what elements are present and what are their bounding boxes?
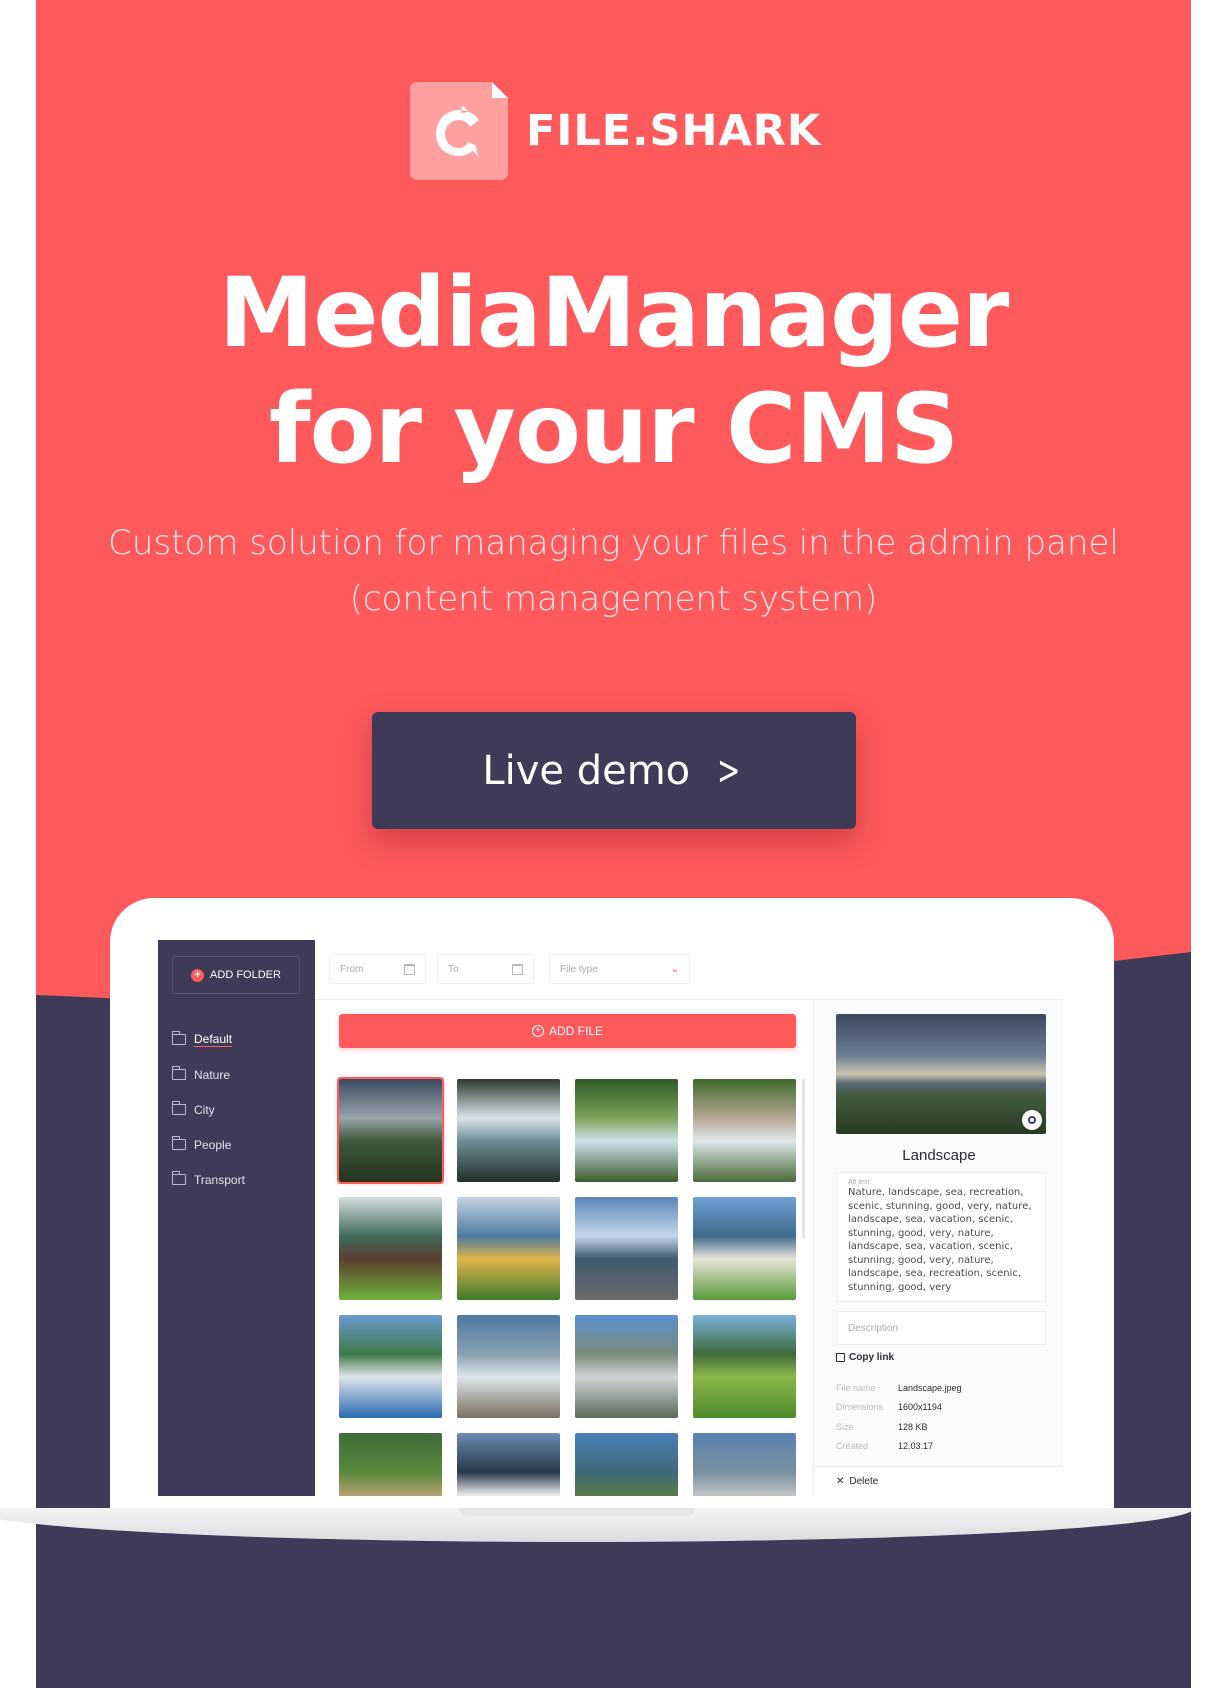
- meta-row-dimensions: Dimensions 1600x1194: [836, 1398, 962, 1418]
- sidebar-item-nature[interactable]: Nature: [172, 1057, 245, 1092]
- meta-row-size: Size 128 KB: [836, 1417, 962, 1437]
- folder-icon: [172, 1101, 186, 1115]
- external-link-icon: [836, 1353, 845, 1362]
- meta-value: 12.03.17: [898, 1441, 934, 1452]
- meta-value: Landscape.jpeg: [898, 1382, 962, 1393]
- thumbnail-11[interactable]: [575, 1315, 678, 1418]
- folder-icon: [172, 1066, 186, 1080]
- sidebar: + ADD FOLDER Default Nature City People …: [158, 940, 315, 1496]
- meta-row-created: Created 12.03.17: [836, 1437, 962, 1457]
- meta-key: Created: [836, 1441, 869, 1452]
- folder-label: City: [194, 1102, 215, 1117]
- thumbnail-2[interactable]: [457, 1079, 560, 1182]
- add-folder-button[interactable]: + ADD FOLDER: [172, 956, 300, 994]
- thumbnail-4[interactable]: [693, 1079, 796, 1182]
- live-demo-label: Live demo: [482, 747, 691, 794]
- shark-file-icon: [410, 82, 508, 180]
- thumbnail-3[interactable]: [575, 1079, 678, 1182]
- laptop-mockup: + ADD FOLDER Default Nature City People …: [110, 898, 1114, 1518]
- calendar-icon: [512, 963, 523, 975]
- hero-headline: MediaManager for your CMS: [36, 255, 1191, 487]
- description-field[interactable]: Description: [836, 1311, 1046, 1345]
- alt-text-field[interactable]: Alt text Nature, landscape, sea, recreat…: [836, 1172, 1046, 1302]
- meta-row-file-name: File name Landscape.jpeg: [836, 1378, 962, 1398]
- add-file-button[interactable]: + ADD FILE: [339, 1014, 796, 1048]
- zoom-preview-button[interactable]: [1022, 1110, 1042, 1130]
- folder-icon: [172, 1171, 186, 1185]
- description-placeholder: Description: [848, 1322, 899, 1334]
- folder-icon: [172, 1031, 186, 1045]
- grid-scrollbar[interactable]: [802, 1079, 805, 1239]
- thumbnail-9[interactable]: [339, 1315, 442, 1418]
- file-type-placeholder: File type: [560, 963, 598, 975]
- live-demo-button[interactable]: Live demo >: [372, 712, 856, 829]
- delete-label: Delete: [849, 1476, 879, 1487]
- headline-line-1: MediaManager: [218, 257, 1010, 369]
- close-icon: ✕: [836, 1476, 845, 1487]
- app-screen: + ADD FOLDER Default Nature City People …: [158, 940, 1063, 1496]
- sidebar-item-transport[interactable]: Transport: [172, 1162, 245, 1197]
- meta-value: 128 KB: [898, 1421, 928, 1432]
- thumbnail-8[interactable]: [693, 1197, 796, 1300]
- thumbnail-16[interactable]: [693, 1433, 796, 1496]
- folder-icon: [172, 1136, 186, 1150]
- meta-key: File name: [836, 1382, 876, 1393]
- page-canvas: FILE.SHARK MediaManager for your CMS Cus…: [36, 0, 1191, 1688]
- meta-key: Size: [836, 1421, 854, 1432]
- file-type-select[interactable]: File type ⌄: [549, 954, 690, 984]
- file-title: Landscape: [902, 1147, 976, 1164]
- thumbnail-14[interactable]: [457, 1433, 560, 1496]
- filter-bar: From To File type ⌄: [315, 940, 1063, 1000]
- thumbnail-12[interactable]: [693, 1315, 796, 1418]
- brand-name: FILE.SHARK: [526, 106, 822, 156]
- sidebar-item-default[interactable]: Default: [172, 1022, 245, 1057]
- add-folder-label: ADD FOLDER: [210, 969, 281, 981]
- headline-line-2: for your CMS: [268, 373, 959, 485]
- file-area: + ADD FILE: [315, 1000, 813, 1496]
- date-to-input[interactable]: To: [437, 954, 534, 984]
- plus-icon: +: [191, 968, 205, 982]
- chevron-down-icon: ⌄: [670, 963, 679, 975]
- date-from-input[interactable]: From: [329, 954, 426, 984]
- sidebar-item-people[interactable]: People: [172, 1127, 245, 1162]
- alt-text-value: Nature, landscape, sea, recreation, scen…: [848, 1187, 1032, 1293]
- add-file-label: ADD FILE: [548, 1024, 603, 1038]
- file-metadata: File name Landscape.jpeg Dimensions 1600x1…: [836, 1378, 962, 1456]
- circle-plus-icon: +: [531, 1025, 544, 1037]
- date-from-placeholder: From: [340, 963, 364, 975]
- meta-value: 1600x1194: [898, 1402, 942, 1413]
- hero-subtitle: Custom solution for managing your files …: [108, 523, 1119, 619]
- copy-link-label: Copy link: [849, 1352, 895, 1363]
- sidebar-item-city[interactable]: City: [172, 1092, 245, 1127]
- thumbnail-13[interactable]: [339, 1433, 442, 1496]
- copy-link-button[interactable]: Copy link: [836, 1352, 894, 1363]
- thumbnail-6[interactable]: [457, 1197, 560, 1300]
- laptop-notch: [459, 1508, 695, 1516]
- meta-key: Dimensions: [836, 1402, 884, 1413]
- folder-label: Transport: [194, 1172, 245, 1187]
- file-preview-image: [836, 1014, 1046, 1134]
- folder-label: People: [194, 1137, 232, 1152]
- date-to-placeholder: To: [448, 963, 459, 975]
- thumbnail-15[interactable]: [575, 1433, 678, 1496]
- magnifier-icon: [1028, 1116, 1036, 1124]
- folder-label: Default: [194, 1032, 233, 1047]
- file-details-panel: Landscape Alt text Nature, landscape, se…: [813, 1000, 1063, 1496]
- alt-text-label: Alt text: [848, 1179, 870, 1186]
- calendar-icon: [404, 963, 415, 975]
- thumbnail-grid: [337, 1077, 796, 1496]
- thumbnail-7[interactable]: [575, 1197, 678, 1300]
- chevron-right-icon: >: [717, 747, 741, 794]
- thumbnail-5[interactable]: [339, 1197, 442, 1300]
- thumbnail-1[interactable]: [337, 1077, 444, 1184]
- brand-logo[interactable]: FILE.SHARK: [410, 82, 821, 180]
- delete-button[interactable]: ✕ Delete: [814, 1466, 1063, 1496]
- folder-list: Default Nature City People Transport: [172, 1022, 245, 1197]
- folder-label: Nature: [194, 1067, 231, 1082]
- thumbnail-10[interactable]: [457, 1315, 560, 1418]
